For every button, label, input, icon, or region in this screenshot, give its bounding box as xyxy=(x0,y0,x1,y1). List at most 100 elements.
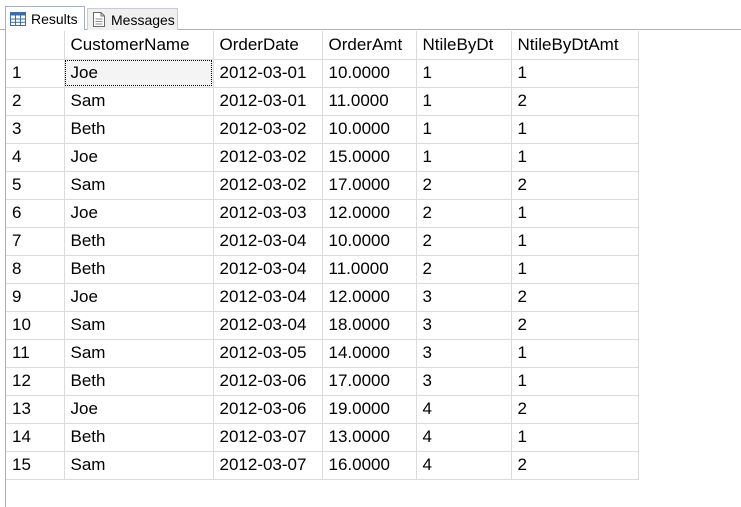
row-number[interactable]: 15 xyxy=(6,451,65,480)
table-row[interactable]: 6 Joe 2012-03-03 12.0000 2 1 xyxy=(6,199,639,228)
cell-orderdate[interactable]: 2012-03-01 xyxy=(213,59,323,88)
table-row[interactable]: 13 Joe 2012-03-06 19.0000 4 2 xyxy=(6,395,639,424)
results-grid[interactable]: CustomerName OrderDate OrderAmt NtileByDt Nt… xyxy=(5,30,741,507)
table-row[interactable]: 11 Sam 2012-03-05 14.0000 3 1 xyxy=(6,339,639,368)
cell-ntilebydtamt[interactable]: 1 xyxy=(511,255,639,284)
row-number[interactable]: 12 xyxy=(6,367,65,396)
cell-customername[interactable]: Sam xyxy=(64,451,214,480)
cell-ntilebydt[interactable]: 3 xyxy=(416,311,512,340)
cell-ntilebydtamt[interactable]: 2 xyxy=(511,283,639,312)
cell-orderamt[interactable]: 16.0000 xyxy=(322,451,417,480)
cell-customername[interactable]: Joe xyxy=(64,143,214,172)
cell-orderdate[interactable]: 2012-03-02 xyxy=(213,143,323,172)
cell-orderdate[interactable]: 2012-03-06 xyxy=(213,367,323,396)
cell-ntilebydt[interactable]: 2 xyxy=(416,171,512,200)
cell-customername[interactable]: Beth xyxy=(64,423,214,452)
row-number[interactable]: 9 xyxy=(6,283,65,312)
cell-ntilebydt[interactable]: 1 xyxy=(416,87,512,116)
cell-ntilebydtamt[interactable]: 1 xyxy=(511,227,639,256)
table-row[interactable]: 12 Beth 2012-03-06 17.0000 3 1 xyxy=(6,367,639,396)
cell-orderamt[interactable]: 10.0000 xyxy=(322,227,417,256)
cell-ntilebydt[interactable]: 3 xyxy=(416,367,512,396)
row-number[interactable]: 3 xyxy=(6,115,65,144)
cell-ntilebydt[interactable]: 2 xyxy=(416,255,512,284)
cell-orderdate[interactable]: 2012-03-05 xyxy=(213,339,323,368)
table-row[interactable]: 7 Beth 2012-03-04 10.0000 2 1 xyxy=(6,227,639,256)
cell-orderamt[interactable]: 11.0000 xyxy=(322,87,417,116)
column-header-orderamt[interactable]: OrderAmt xyxy=(322,31,417,60)
table-row[interactable]: 10 Sam 2012-03-04 18.0000 3 2 xyxy=(6,311,639,340)
cell-ntilebydt[interactable]: 1 xyxy=(416,59,512,88)
cell-customername[interactable]: Beth xyxy=(64,367,214,396)
cell-orderamt[interactable]: 18.0000 xyxy=(322,311,417,340)
table-row[interactable]: 2 Sam 2012-03-01 11.0000 1 2 xyxy=(6,87,639,116)
cell-customername[interactable]: Beth xyxy=(64,115,214,144)
column-header-ntilebydtamt[interactable]: NtileByDtAmt xyxy=(511,31,639,60)
cell-orderdate[interactable]: 2012-03-04 xyxy=(213,227,323,256)
cell-ntilebydt[interactable]: 1 xyxy=(416,143,512,172)
cell-ntilebydtamt[interactable]: 2 xyxy=(511,395,639,424)
cell-orderdate[interactable]: 2012-03-04 xyxy=(213,255,323,284)
row-number[interactable]: 6 xyxy=(6,199,65,228)
cell-customername[interactable]: Joe xyxy=(64,59,214,88)
cell-ntilebydtamt[interactable]: 2 xyxy=(511,311,639,340)
cell-orderamt[interactable]: 12.0000 xyxy=(322,199,417,228)
table-row[interactable]: 3 Beth 2012-03-02 10.0000 1 1 xyxy=(6,115,639,144)
cell-ntilebydt[interactable]: 2 xyxy=(416,199,512,228)
cell-ntilebydtamt[interactable]: 1 xyxy=(511,423,639,452)
cell-orderamt[interactable]: 14.0000 xyxy=(322,339,417,368)
cell-ntilebydtamt[interactable]: 1 xyxy=(511,115,639,144)
row-number[interactable]: 10 xyxy=(6,311,65,340)
tab-results[interactable]: Results xyxy=(5,6,85,31)
row-number[interactable]: 1 xyxy=(6,59,65,88)
row-number[interactable]: 14 xyxy=(6,423,65,452)
cell-ntilebydt[interactable]: 3 xyxy=(416,339,512,368)
cell-orderamt[interactable]: 11.0000 xyxy=(322,255,417,284)
cell-orderdate[interactable]: 2012-03-02 xyxy=(213,171,323,200)
row-number[interactable]: 8 xyxy=(6,255,65,284)
cell-orderdate[interactable]: 2012-03-07 xyxy=(213,423,323,452)
cell-orderamt[interactable]: 17.0000 xyxy=(322,171,417,200)
cell-orderdate[interactable]: 2012-03-02 xyxy=(213,115,323,144)
cell-orderamt[interactable]: 12.0000 xyxy=(322,283,417,312)
cell-orderamt[interactable]: 17.0000 xyxy=(322,367,417,396)
cell-ntilebydt[interactable]: 1 xyxy=(416,115,512,144)
cell-ntilebydt[interactable]: 4 xyxy=(416,395,512,424)
cell-customername[interactable]: Sam xyxy=(64,339,214,368)
cell-ntilebydtamt[interactable]: 2 xyxy=(511,87,639,116)
row-number[interactable]: 7 xyxy=(6,227,65,256)
cell-orderamt[interactable]: 15.0000 xyxy=(322,143,417,172)
cell-customername[interactable]: Beth xyxy=(64,227,214,256)
cell-customername[interactable]: Joe xyxy=(64,395,214,424)
table-row[interactable]: 15 Sam 2012-03-07 16.0000 4 2 xyxy=(6,451,639,480)
table-row[interactable]: 1 Joe 2012-03-01 10.0000 1 1 xyxy=(6,59,639,88)
cell-ntilebydtamt[interactable]: 1 xyxy=(511,367,639,396)
cell-ntilebydt[interactable]: 4 xyxy=(416,423,512,452)
cell-orderdate[interactable]: 2012-03-04 xyxy=(213,311,323,340)
cell-ntilebydtamt[interactable]: 1 xyxy=(511,143,639,172)
cell-customername[interactable]: Sam xyxy=(64,87,214,116)
cell-orderdate[interactable]: 2012-03-07 xyxy=(213,451,323,480)
cell-orderdate[interactable]: 2012-03-04 xyxy=(213,283,323,312)
cell-orderamt[interactable]: 13.0000 xyxy=(322,423,417,452)
cell-ntilebydtamt[interactable]: 1 xyxy=(511,59,639,88)
table-row[interactable]: 4 Joe 2012-03-02 15.0000 1 1 xyxy=(6,143,639,172)
cell-ntilebydtamt[interactable]: 2 xyxy=(511,451,639,480)
row-number[interactable]: 11 xyxy=(6,339,65,368)
row-number[interactable]: 13 xyxy=(6,395,65,424)
cell-ntilebydtamt[interactable]: 2 xyxy=(511,171,639,200)
cell-customername[interactable]: Beth xyxy=(64,255,214,284)
column-header-customername[interactable]: CustomerName xyxy=(64,31,214,60)
cell-orderdate[interactable]: 2012-03-01 xyxy=(213,87,323,116)
tab-messages[interactable]: Messages xyxy=(87,8,178,30)
row-number[interactable]: 2 xyxy=(6,87,65,116)
table-row[interactable]: 8 Beth 2012-03-04 11.0000 2 1 xyxy=(6,255,639,284)
cell-orderdate[interactable]: 2012-03-03 xyxy=(213,199,323,228)
cell-ntilebydtamt[interactable]: 1 xyxy=(511,339,639,368)
table-row[interactable]: 14 Beth 2012-03-07 13.0000 4 1 xyxy=(6,423,639,452)
cell-customername[interactable]: Joe xyxy=(64,283,214,312)
row-number[interactable]: 4 xyxy=(6,143,65,172)
cell-orderamt[interactable]: 10.0000 xyxy=(322,59,417,88)
table-row[interactable]: 9 Joe 2012-03-04 12.0000 3 2 xyxy=(6,283,639,312)
row-number[interactable]: 5 xyxy=(6,171,65,200)
